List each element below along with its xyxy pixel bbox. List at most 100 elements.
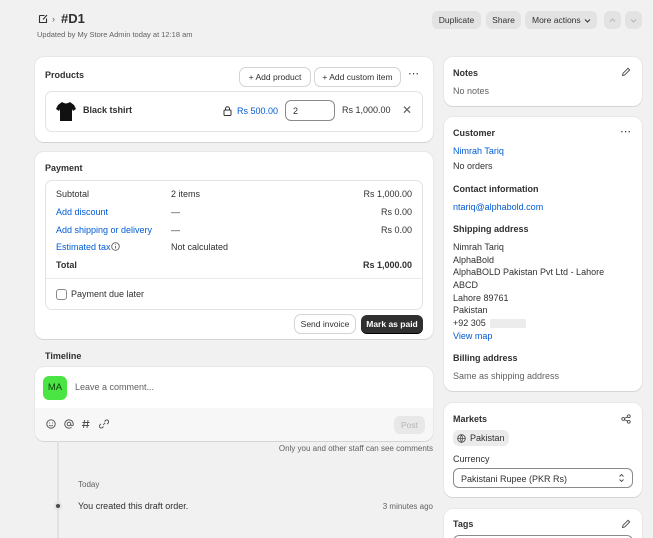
products-title: Products (45, 70, 85, 80)
currency-select[interactable]: Pakistani Rupee (PKR Rs) (453, 468, 633, 488)
customer-email-link[interactable]: ntariq@alphabold.com (453, 202, 543, 212)
estimated-tax-link[interactable]: Estimated tax (56, 242, 111, 252)
shipping-dash: — (171, 225, 180, 235)
payment-summary: Subtotal 2 items Rs 1,000.00 Add discoun… (45, 180, 423, 310)
comment-visibility-note: Only you and other staff can see comment… (278, 444, 433, 453)
timeline-event-text: You created this draft order. (78, 501, 189, 511)
edit-icon[interactable] (621, 67, 631, 77)
page-title: #D1 (61, 11, 85, 26)
plus-icon: + (248, 72, 256, 82)
markets-card: Markets Pakistan Currency Pakistani Rupe… (444, 403, 642, 497)
mention-icon[interactable] (64, 419, 74, 429)
product-line-item: Black tshirt Rs 500.00 2 Rs 1,000.00 ✕ (45, 91, 423, 132)
quantity-value: 2 (293, 106, 299, 116)
add-product-label: Add product (255, 72, 302, 82)
attachment-icon[interactable] (99, 419, 109, 429)
shipping-line: ABCD (453, 280, 479, 290)
view-map-link[interactable]: View map (453, 331, 492, 341)
previous-order-button[interactable] (604, 11, 621, 29)
discount-value: Rs 0.00 (380, 207, 412, 217)
duplicate-button[interactable]: Duplicate (432, 11, 481, 29)
shipping-line: Lahore 89761 (453, 293, 509, 303)
markets-title: Markets (453, 414, 488, 424)
payment-due-later-label[interactable]: Payment due later (71, 289, 144, 299)
next-order-button[interactable] (625, 11, 642, 29)
avatar: MA (43, 376, 67, 400)
notes-text: No notes (453, 86, 490, 96)
customer-card: Customer ⋯ Nimrah Tariq No orders Contac… (444, 117, 642, 391)
add-shipping-link[interactable]: Add shipping or delivery (56, 225, 152, 235)
comment-input[interactable]: Leave a comment... (73, 377, 425, 397)
timeline-title: Timeline (45, 351, 82, 361)
product-price[interactable]: Rs 500.00 (237, 106, 278, 116)
shipping-line: AlphaBold (453, 255, 495, 265)
shipping-line: Pakistan (453, 305, 488, 315)
product-thumbnail (56, 102, 76, 121)
comment-placeholder: Leave a comment... (75, 382, 155, 392)
total-label: Total (56, 260, 77, 270)
edit-icon[interactable] (621, 519, 631, 529)
tags-card: Tags (444, 509, 642, 538)
shipping-line: Nimrah Tariq (453, 242, 504, 252)
shipping-phone: +92 305 (453, 318, 486, 328)
contact-title: Contact information (453, 184, 539, 194)
total-value: Rs 1,000.00 (362, 260, 412, 270)
hashtag-icon[interactable] (81, 419, 91, 429)
customer-title: Customer (453, 128, 496, 138)
share-button[interactable]: Share (486, 11, 521, 29)
discount-dash: — (171, 207, 180, 217)
subtotal-label: Subtotal (56, 189, 90, 199)
payment-due-later-checkbox[interactable] (56, 289, 67, 300)
send-invoice-button[interactable]: Send invoice (295, 315, 355, 333)
notes-title: Notes (453, 68, 479, 78)
comment-toolbar: Post (35, 408, 433, 441)
divider (46, 278, 422, 279)
draft-order-icon (38, 13, 49, 26)
shipping-line: AlphaBOLD Pakistan Pvt Ltd - Lahore (453, 267, 605, 277)
comment-box: MA Leave a comment... Post (35, 367, 433, 441)
tags-title: Tags (453, 519, 474, 529)
more-actions-label: More actions (532, 15, 581, 25)
billing-text: Same as shipping address (453, 371, 560, 381)
customer-name-link[interactable]: Nimrah Tariq (453, 146, 504, 156)
payment-title: Payment (45, 163, 83, 173)
timeline-day-label: Today (78, 480, 100, 489)
timeline-line (57, 441, 59, 538)
share-network-icon[interactable] (621, 414, 631, 424)
currency-label: Currency (453, 454, 490, 464)
add-custom-item-label: Add custom item (329, 72, 393, 82)
chevron-down-icon (630, 19, 637, 23)
products-card: Products + Add product + Add custom item… (35, 57, 433, 142)
market-badge: Pakistan (453, 430, 509, 446)
product-line-total: Rs 1,000.00 (342, 105, 391, 115)
subtotal-items: 2 items (171, 189, 201, 199)
redacted-phone (490, 319, 526, 328)
add-custom-item-button[interactable]: + Add custom item (315, 68, 400, 86)
post-button[interactable]: Post (394, 416, 425, 434)
notes-card: Notes No notes (444, 57, 642, 106)
timeline-event-dot (54, 502, 62, 510)
customer-orders: No orders (453, 161, 493, 171)
chevron-up-icon (609, 18, 616, 22)
mark-as-paid-button[interactable]: Mark as paid (361, 315, 423, 333)
currency-value: Pakistani Rupee (PKR Rs) (461, 474, 568, 484)
globe-icon (457, 434, 466, 443)
market-name: Pakistan (470, 433, 505, 443)
more-actions-button[interactable]: More actions (525, 11, 597, 29)
info-icon[interactable] (111, 242, 120, 251)
avatar-initials: MA (47, 382, 63, 393)
more-options-icon[interactable]: ⋯ (408, 67, 419, 80)
add-discount-link[interactable]: Add discount (56, 207, 108, 217)
shipping-value: Rs 0.00 (380, 225, 412, 235)
select-chevron-icon (619, 473, 624, 483)
lock-icon (223, 106, 232, 116)
quantity-input[interactable]: 2 (285, 100, 335, 121)
chevron-down-icon (584, 19, 591, 23)
add-product-button[interactable]: + Add product (240, 68, 310, 86)
emoji-icon[interactable] (46, 419, 56, 429)
remove-item-icon[interactable]: ✕ (402, 103, 412, 117)
product-name[interactable]: Black tshirt (83, 105, 132, 115)
timeline-event-time: 3 minutes ago (382, 502, 433, 511)
more-options-icon[interactable]: ⋯ (620, 125, 631, 138)
shipping-title: Shipping address (453, 224, 529, 234)
